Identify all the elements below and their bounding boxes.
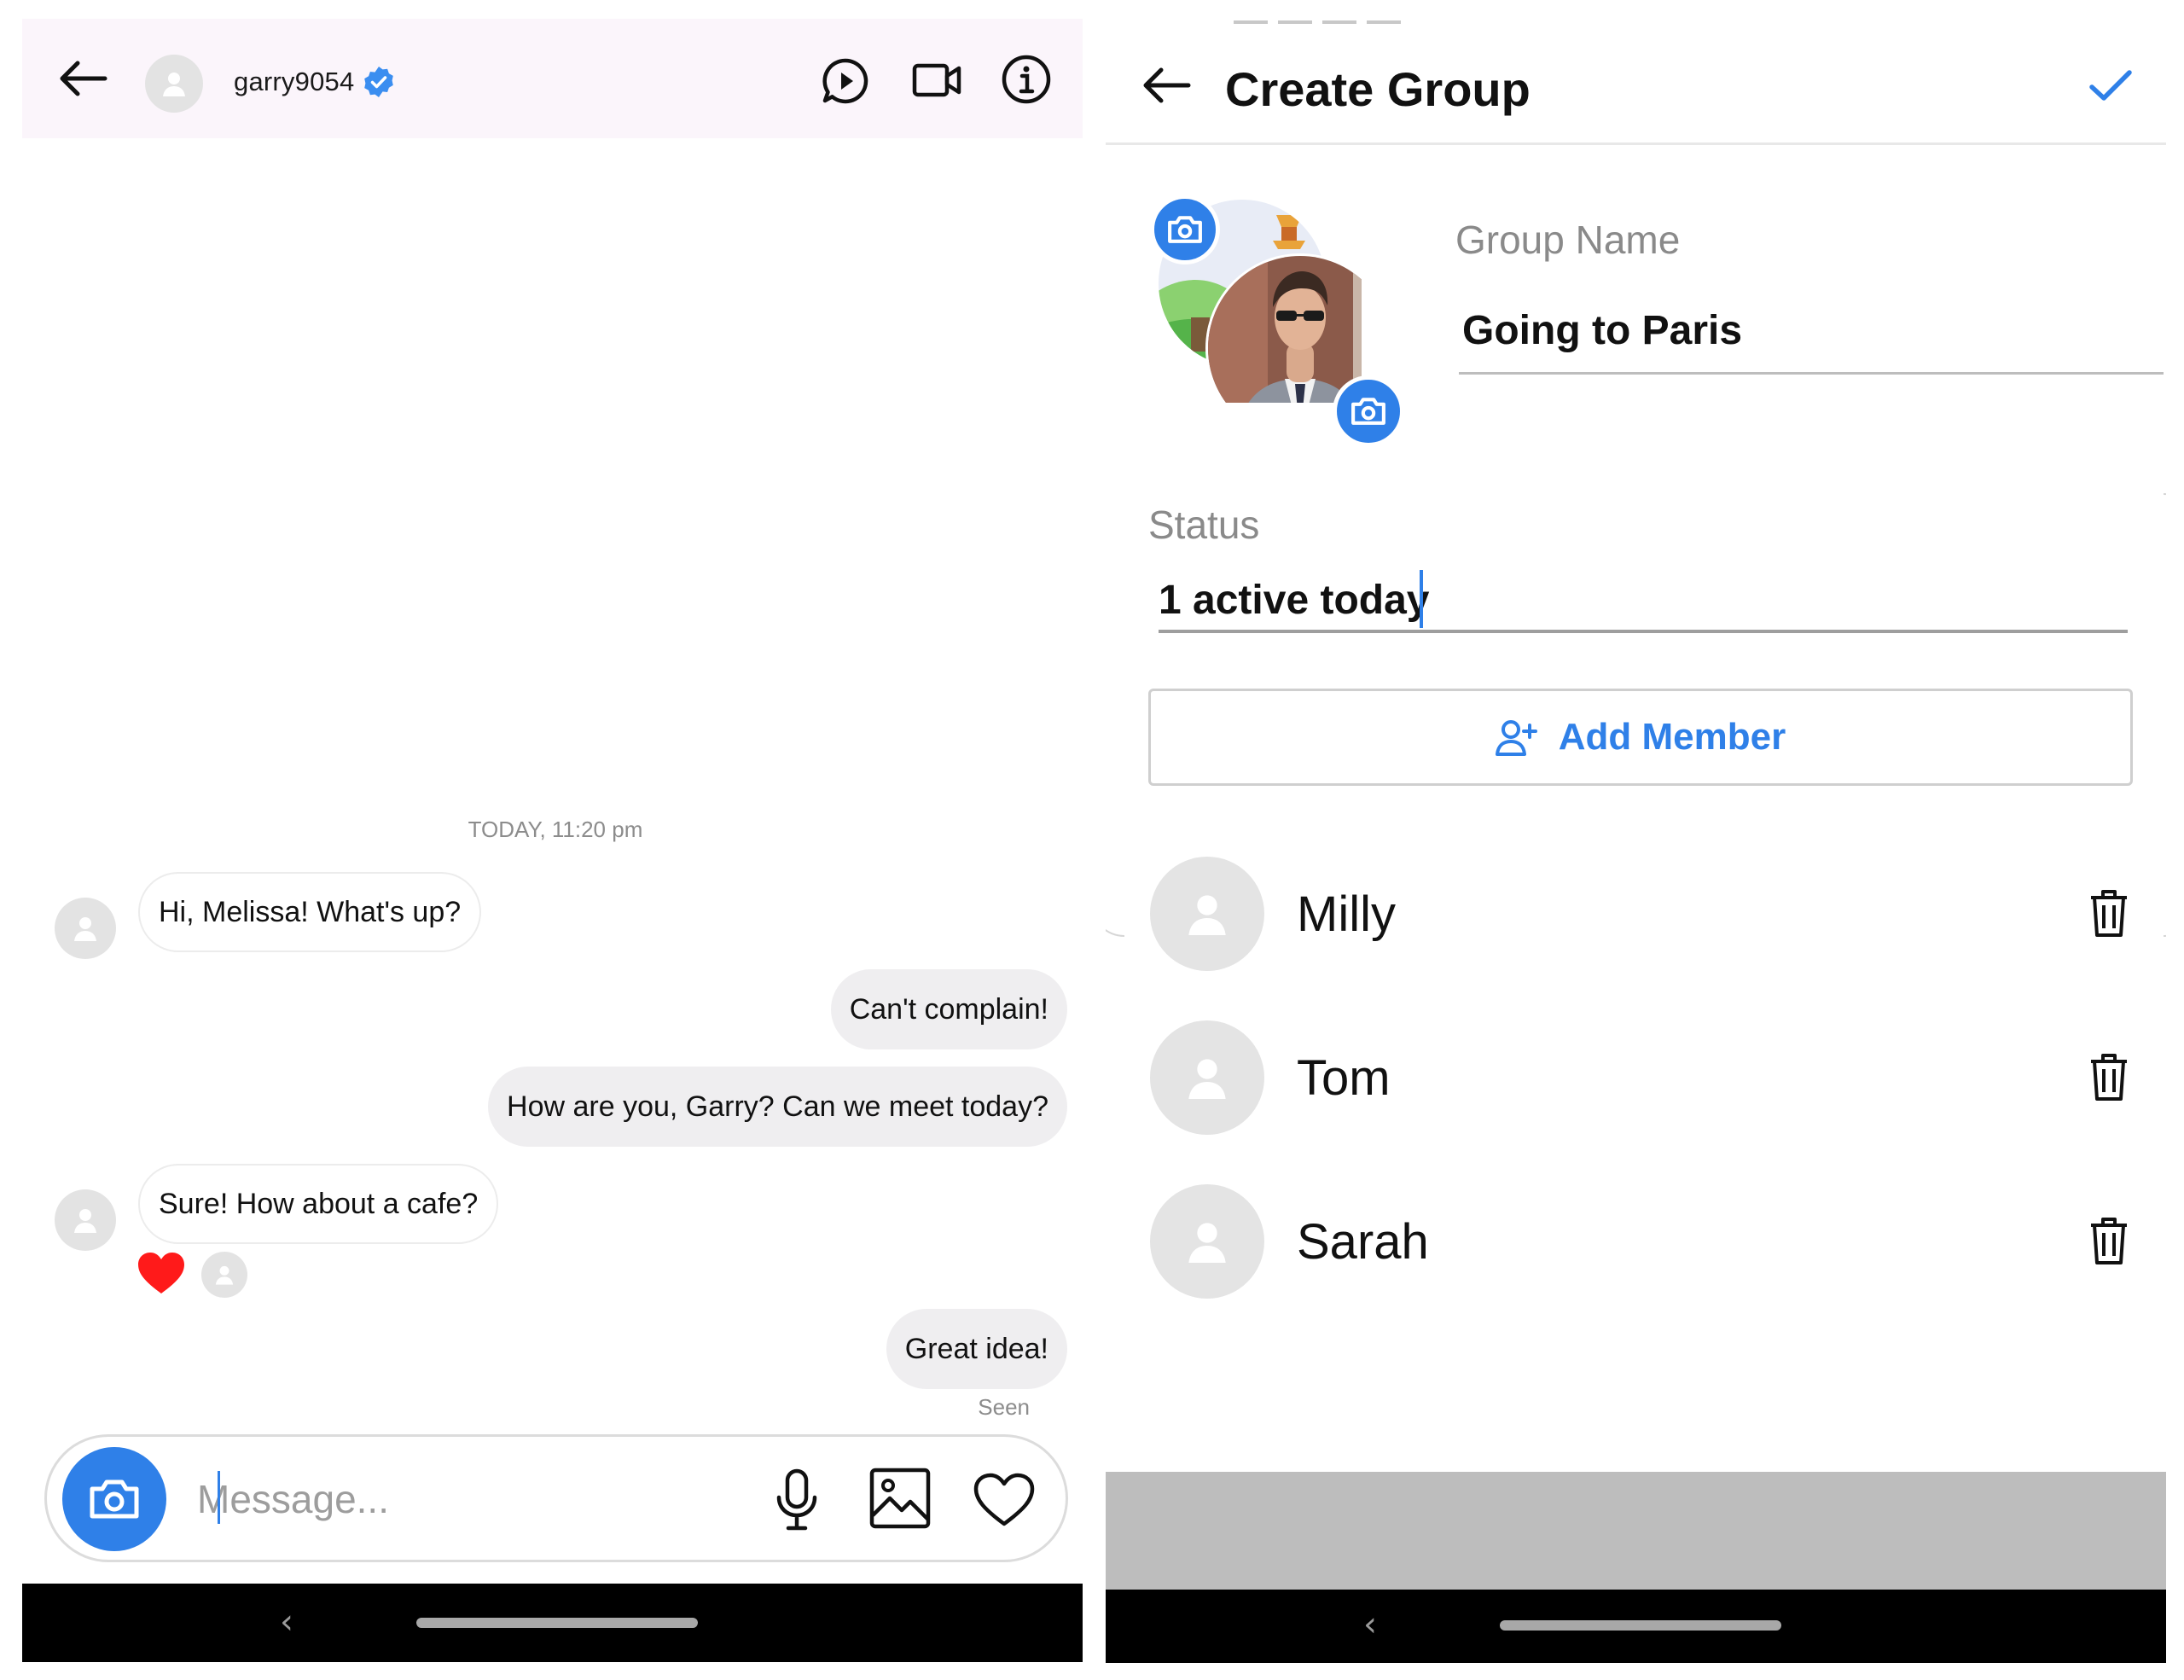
group-name-input[interactable]: Going to Paris <box>1462 307 1742 354</box>
system-navigation-bar: ‹ <box>22 1584 1083 1662</box>
text-cursor <box>1420 570 1423 628</box>
message-text: Hi, Melissa! What's up? <box>159 895 462 928</box>
add-member-label: Add Member <box>1558 716 1786 758</box>
text-cursor <box>218 1471 220 1524</box>
status-input[interactable]: 1 active today <box>1159 577 1429 624</box>
avatar[interactable] <box>145 55 203 113</box>
keyboard-placeholder <box>1106 1472 2166 1591</box>
sender-avatar[interactable] <box>55 1189 116 1251</box>
member-name: Sarah <box>1297 1214 1429 1270</box>
camera-icon <box>1168 216 1202 243</box>
create-group-screen: Create Group Group Name Going to Paris S… <box>1106 0 2166 1680</box>
message-bubble-incoming[interactable]: Hi, Melissa! What's up? <box>138 872 482 952</box>
add-member-button[interactable]: Add Member <box>1148 689 2133 786</box>
camera-button[interactable] <box>62 1447 166 1551</box>
reactor-avatar[interactable] <box>201 1252 247 1298</box>
trash-icon[interactable] <box>2078 1046 2140 1107</box>
sender-avatar[interactable] <box>55 898 116 959</box>
chat-username[interactable]: garry9054 <box>234 67 354 97</box>
message-text: How are you, Garry? Can we meet today? <box>507 1090 1048 1123</box>
member-name: Tom <box>1297 1050 1391 1106</box>
system-back-icon[interactable]: ‹ <box>280 1602 293 1642</box>
trash-icon[interactable] <box>2078 882 2140 944</box>
message-timestamp: TODAY, 11:20 pm <box>468 817 643 842</box>
checkmark-icon[interactable] <box>2083 60 2138 111</box>
heart-reaction-icon[interactable] <box>136 1251 186 1295</box>
back-arrow-icon[interactable] <box>1136 60 1196 111</box>
message-bubble-outgoing[interactable]: How are you, Garry? Can we meet today? <box>488 1067 1067 1147</box>
group-name-underline <box>1459 372 2164 375</box>
add-user-icon <box>1495 720 1537 756</box>
chat-screen: garry9054 TODAY, 11:20 pm Hi, Melissa! W… <box>22 0 1083 1680</box>
card-edge <box>2164 493 2166 937</box>
group-name-label: Group Name <box>1455 218 1681 262</box>
page-title: Create Group <box>1225 62 1531 116</box>
list-item: Sarah <box>1150 1184 2140 1299</box>
video-call-icon[interactable] <box>908 55 967 106</box>
heart-icon[interactable] <box>970 1468 1038 1532</box>
camera-icon <box>1351 398 1385 425</box>
person-placeholder-icon[interactable] <box>1150 1020 1264 1135</box>
create-group-header: Create Group <box>1106 26 2166 145</box>
message-bubble-outgoing[interactable]: Can't complain! <box>830 969 1067 1049</box>
message-bubble-incoming[interactable]: Sure! How about a cafe? <box>138 1164 499 1244</box>
list-item: Milly <box>1150 857 2140 971</box>
message-text: Great idea! <box>904 1332 1048 1365</box>
trash-icon[interactable] <box>2078 1210 2140 1271</box>
play-circle-icon[interactable] <box>817 53 874 109</box>
microphone-icon[interactable] <box>765 1466 828 1534</box>
change-profile-photo-button[interactable] <box>1333 375 1404 447</box>
message-text: Can't complain! <box>849 992 1048 1026</box>
chat-header: garry9054 <box>22 19 1083 138</box>
system-back-icon[interactable]: ‹ <box>1363 1605 1377 1644</box>
camera-icon <box>90 1479 139 1519</box>
image-icon[interactable] <box>866 1464 934 1532</box>
verified-badge-icon <box>362 65 396 99</box>
info-icon[interactable] <box>998 51 1054 108</box>
message-composer <box>44 1434 1068 1562</box>
card-edge <box>1106 493 1124 937</box>
person-placeholder-icon[interactable] <box>1150 857 1264 971</box>
list-item: Tom <box>1150 1020 2140 1135</box>
member-name: Milly <box>1297 887 1396 942</box>
person-placeholder-icon[interactable] <box>1150 1184 1264 1299</box>
status-underline <box>1159 630 2128 633</box>
seen-indicator: Seen <box>978 1394 1030 1420</box>
message-text: Sure! How about a cafe? <box>159 1187 479 1220</box>
change-cover-photo-button[interactable] <box>1150 195 1220 264</box>
status-bar-indicator <box>1234 20 1401 24</box>
home-indicator[interactable] <box>1500 1620 1781 1631</box>
message-bubble-outgoing[interactable]: Great idea! <box>886 1309 1067 1389</box>
back-arrow-icon[interactable] <box>53 51 113 106</box>
system-navigation-bar: ‹ <box>1106 1590 2166 1663</box>
home-indicator[interactable] <box>416 1618 698 1628</box>
status-label: Status <box>1148 503 1260 547</box>
message-input[interactable] <box>197 1462 658 1536</box>
